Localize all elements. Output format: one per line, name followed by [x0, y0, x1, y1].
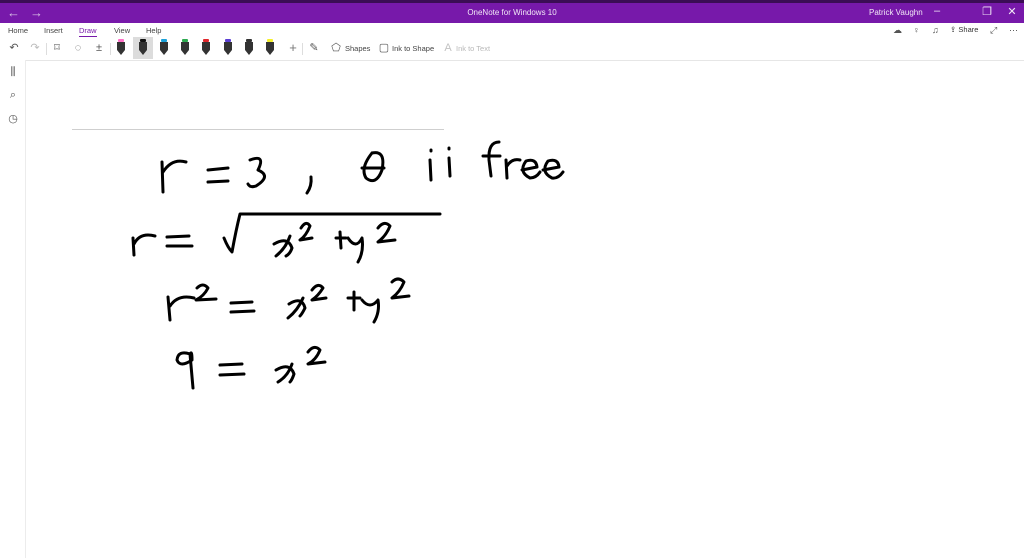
ink-stroke [131, 233, 157, 257]
ink-stroke [504, 158, 522, 180]
ink-stroke [481, 140, 502, 178]
ink-stroke [360, 298, 380, 324]
ink-stroke [175, 351, 195, 390]
ink-stroke [520, 158, 542, 180]
ink-stroke [390, 277, 411, 300]
handwritten-ink [131, 140, 565, 390]
ink-stroke [222, 212, 442, 254]
ink-stroke [206, 166, 230, 184]
ink-stroke [334, 230, 348, 250]
ink-stroke [246, 156, 266, 189]
ink-stroke [310, 283, 328, 302]
ink-stroke [346, 236, 364, 264]
ink-stroke [360, 151, 386, 183]
ink-stroke [541, 158, 565, 180]
ink-stroke [161, 159, 188, 174]
ink-stroke [165, 234, 194, 248]
ink-stroke [274, 362, 296, 384]
ink-stroke [306, 345, 327, 366]
ink-stroke [346, 290, 362, 312]
ink-stroke [286, 296, 307, 320]
ink-stroke [166, 295, 196, 322]
ink-stroke [218, 362, 246, 377]
ink-stroke [428, 146, 452, 182]
ink-stroke [376, 221, 397, 244]
ink-stroke [298, 221, 314, 242]
ink-stroke [305, 175, 313, 195]
ink-stroke [229, 300, 256, 314]
ink-stroke [194, 283, 218, 302]
ink-stroke [160, 160, 165, 194]
ink-stroke [272, 234, 294, 258]
